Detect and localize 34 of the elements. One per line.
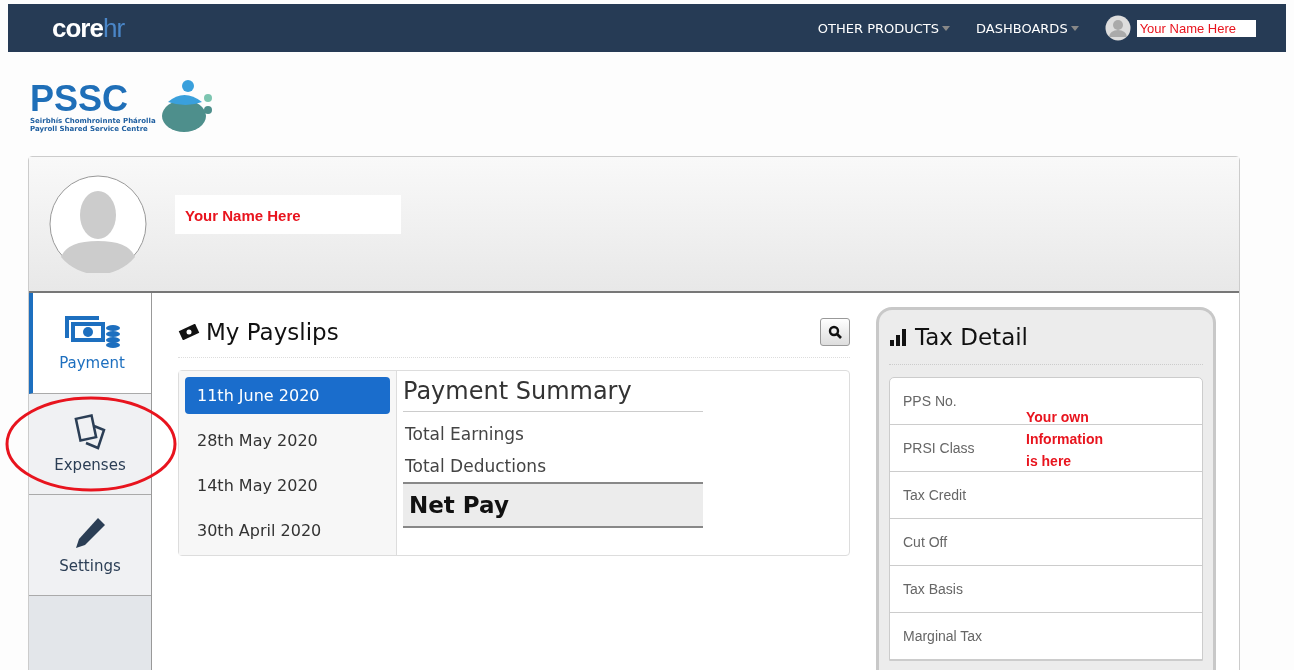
annotation-text: Your own	[1026, 408, 1090, 427]
tax-detail-row: Marginal Tax	[890, 613, 1202, 660]
money-icon	[63, 314, 121, 348]
search-icon	[828, 325, 842, 339]
profile-name: Your Name Here	[175, 194, 401, 234]
summary-row-label: Total Deductions	[404, 455, 547, 478]
net-pay-row: Net Pay	[403, 482, 703, 528]
avatar-icon	[49, 175, 147, 273]
caret-icon	[1070, 25, 1079, 31]
bar-chart-icon	[889, 328, 907, 346]
payslip-date-item[interactable]: 28th May 2020	[185, 422, 390, 459]
user-name[interactable]: Your Name Here	[1136, 19, 1256, 37]
caret-icon	[942, 25, 951, 31]
tax-detail-title: Tax Detail	[915, 324, 1028, 350]
tax-detail-row: Tax Basis	[890, 566, 1202, 613]
payslips-title: My Payslips	[206, 319, 339, 345]
tax-detail-row: Tax Credit	[890, 472, 1202, 519]
payslip-date-item[interactable]: 14th May 2020	[185, 467, 390, 504]
brand-logo[interactable]: corehr	[52, 12, 125, 44]
summary-title: Payment Summary	[403, 377, 703, 412]
payslip-date-item[interactable]: 30th April 2020	[185, 512, 390, 549]
sidebar-tab[interactable]: Expenses	[29, 394, 151, 495]
payslip-date-item[interactable]: 11th June 2020	[185, 377, 390, 414]
tax-detail-row: Cut Off	[890, 519, 1202, 566]
summary-row-label: Total Earnings	[404, 423, 525, 446]
annotation-text: Information	[1026, 430, 1103, 449]
nav-menu-link[interactable]: DASHBOARDS	[976, 20, 1079, 36]
search-button[interactable]	[820, 318, 850, 346]
annotation-text: is here	[1026, 452, 1073, 471]
user-avatar-icon[interactable]	[1104, 15, 1131, 41]
sidebar-tab[interactable]: Settings	[29, 495, 151, 596]
sidebar-tab[interactable]: Payment	[29, 293, 151, 394]
logo-acronym: PSSC	[30, 81, 129, 117]
nav-menu-link[interactable]: OTHER PRODUCTS	[817, 20, 951, 36]
